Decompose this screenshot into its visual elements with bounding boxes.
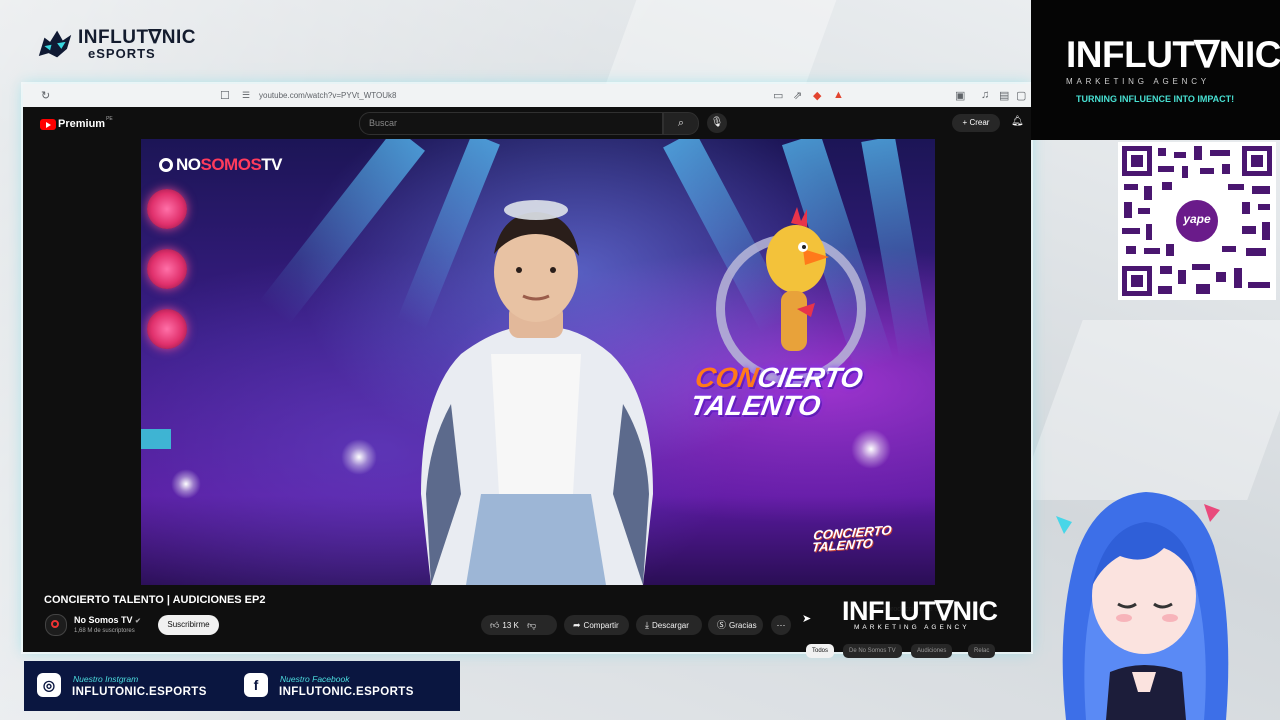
mouse-cursor-icon: ➤ bbox=[802, 613, 812, 625]
show-title-graphic: CONCIERTO TALENTO bbox=[687, 362, 908, 421]
sidebar-icon[interactable]: ▣ bbox=[955, 89, 965, 102]
youtube-logo-text: Premium bbox=[58, 118, 106, 130]
speaker-light bbox=[147, 189, 187, 229]
extensions-icon[interactable]: ▤ bbox=[999, 89, 1009, 102]
youtube-play-icon bbox=[40, 118, 56, 130]
show-title-part: TALENTO bbox=[687, 390, 823, 421]
facebook-label: Nuestro Facebook bbox=[280, 674, 350, 684]
speaker-light bbox=[147, 309, 187, 349]
share-page-icon[interactable]: ⇗ bbox=[793, 89, 802, 102]
search-icon: ⌕ bbox=[677, 117, 685, 129]
agency-brand: INFLUT∇NIC bbox=[1066, 34, 1280, 75]
reload-icon[interactable]: ↻ bbox=[41, 89, 50, 102]
thumbs-up-icon: 👍︎ bbox=[490, 620, 500, 630]
wolf-logo-icon bbox=[38, 30, 72, 58]
video-player[interactable]: NOSOMOSTV CONCIERTO TALENTO CONCIERTO TA… bbox=[141, 139, 935, 585]
social-banner: ◎ Nuestro Instgram INFLUTONIC.ESPORTS f … bbox=[24, 661, 460, 711]
agency-watermark: INFLUT∇NIC MARKETING AGENCY bbox=[842, 598, 1012, 634]
esports-logo: INFLUT∇NIC eSPORTS bbox=[36, 20, 196, 68]
more-actions-button[interactable]: ··· bbox=[771, 615, 791, 635]
rewards-icon[interactable]: ▲ bbox=[833, 89, 844, 101]
host-figure bbox=[421, 200, 653, 585]
agency-tagline: TURNING INFLUENCE INTO IMPACT! bbox=[1076, 94, 1235, 104]
download-icon: ⤓ bbox=[645, 620, 649, 630]
like-dislike-group: 👍︎ 13 K 👎︎ bbox=[481, 615, 557, 635]
chip-auditions[interactable]: Audiciones bbox=[911, 644, 953, 658]
video-title: CONCIERTO TALENTO | AUDICIONES EP2 bbox=[44, 594, 266, 606]
channel-watermark: NOSOMOSTV bbox=[159, 155, 283, 175]
microphone-icon: 🎙︎ bbox=[710, 117, 724, 128]
youtube-header: Premium PE Buscar ⌕ 🎙︎ + Crear 🔔︎ bbox=[23, 107, 1031, 139]
voice-search-button[interactable]: 🎙︎ bbox=[707, 113, 727, 133]
search-button[interactable]: ⌕ bbox=[663, 112, 699, 135]
subscribe-button[interactable]: Suscribirme bbox=[158, 615, 219, 635]
share-icon: ➦ bbox=[573, 620, 581, 630]
agency-watermark-brand: INFLUT∇NIC bbox=[842, 596, 998, 626]
brave-shield-icon[interactable]: ◆ bbox=[813, 89, 821, 102]
agency-subtitle: MARKETING AGENCY bbox=[1066, 77, 1210, 86]
subscriber-count: 1,68 M de suscriptores bbox=[74, 628, 135, 634]
url-text[interactable]: youtube.com/watch?v=PYVt_WTOUk8 bbox=[259, 91, 396, 100]
share-label: Compartir bbox=[583, 621, 619, 630]
wallet-icon[interactable]: ▢ bbox=[1016, 89, 1026, 102]
download-label: Descargar bbox=[651, 621, 689, 630]
esports-logo-brand: INFLUT∇NIC bbox=[78, 27, 196, 48]
channel-name-text: No Somos TV bbox=[74, 615, 133, 625]
chip-related[interactable]: Relac bbox=[968, 644, 996, 658]
thumbs-down-icon: 👎︎ bbox=[527, 620, 537, 630]
channel-avatar[interactable] bbox=[45, 614, 67, 636]
search-placeholder: Buscar bbox=[369, 118, 398, 128]
media-icon[interactable]: ♫ bbox=[981, 89, 989, 101]
youtube-region: PE bbox=[106, 116, 113, 122]
corner-logo-part: TALENTO bbox=[811, 535, 874, 555]
site-settings-icon[interactable]: ☰ bbox=[242, 90, 250, 101]
chip-channel[interactable]: De No Somos TV bbox=[843, 644, 902, 658]
cast-icon[interactable]: ▭ bbox=[773, 89, 783, 102]
instagram-handle: INFLUTONIC.ESPORTS bbox=[72, 686, 207, 698]
power-icon bbox=[159, 158, 173, 172]
watermark-part: SOMOS bbox=[200, 155, 262, 174]
thanks-icon: Ⓢ bbox=[717, 620, 727, 630]
yape-badge: yape bbox=[1173, 197, 1221, 245]
agency-panel: INFLUT∇NIC MARKETING AGENCY TURNING INFL… bbox=[1031, 0, 1280, 140]
instagram-icon: ◎ bbox=[37, 673, 61, 697]
download-button[interactable]: ⤓ Descargar bbox=[636, 615, 702, 635]
floor-light bbox=[851, 429, 891, 469]
corner-show-logo: CONCIERTO TALENTO bbox=[811, 522, 892, 555]
bookmark-icon[interactable]: ☐ bbox=[220, 89, 230, 102]
show-title-part: CON bbox=[692, 362, 761, 393]
thanks-label: Gracias bbox=[729, 621, 757, 630]
create-label: Crear bbox=[969, 118, 990, 127]
esports-logo-sub: eSPORTS bbox=[88, 46, 156, 61]
rooster-mascot-icon bbox=[766, 207, 829, 351]
stage-panel bbox=[141, 429, 171, 449]
bg-shape bbox=[603, 0, 837, 90]
channel-name[interactable]: No Somos TV ✔ bbox=[74, 615, 141, 625]
floor-light bbox=[341, 439, 377, 475]
instagram-label: Nuestro Instgram bbox=[73, 674, 139, 684]
verified-icon: ✔ bbox=[135, 618, 141, 625]
speaker-light bbox=[147, 249, 187, 289]
watermark-part: NO bbox=[176, 155, 201, 174]
notifications-bell-icon[interactable]: 🔔︎ bbox=[1011, 116, 1024, 127]
create-button[interactable]: + Crear bbox=[952, 114, 1000, 132]
facebook-handle: INFLUTONIC.ESPORTS bbox=[279, 686, 414, 698]
show-title-part: CIERTO bbox=[755, 362, 866, 393]
watermark-part: TV bbox=[261, 155, 283, 174]
vtuber-avatar bbox=[1056, 492, 1229, 720]
search-input[interactable]: Buscar bbox=[359, 112, 663, 135]
share-button[interactable]: ➦ Compartir bbox=[564, 615, 629, 635]
bg-shape bbox=[1017, 320, 1280, 500]
like-count: 13 K bbox=[502, 621, 519, 630]
chip-all[interactable]: Todos bbox=[806, 644, 835, 658]
like-button[interactable]: 👍︎ 13 K bbox=[481, 620, 519, 630]
thanks-button[interactable]: Ⓢ Gracias bbox=[708, 615, 763, 635]
facebook-icon: f bbox=[244, 673, 268, 697]
floor-light bbox=[171, 469, 201, 499]
browser-window: ↻ ☐ ☰ youtube.com/watch?v=PYVt_WTOUk8 ▭ … bbox=[23, 84, 1031, 658]
address-bar: ↻ ☐ ☰ youtube.com/watch?v=PYVt_WTOUk8 ▭ … bbox=[23, 84, 1031, 108]
dislike-button[interactable]: 👎︎ bbox=[527, 620, 537, 630]
youtube-premium-logo[interactable]: Premium PE bbox=[40, 116, 113, 130]
